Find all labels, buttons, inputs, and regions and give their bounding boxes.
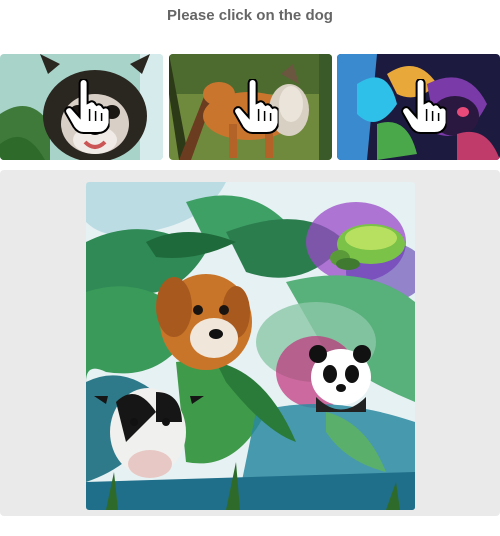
prompt-title: Please click on the dog	[167, 7, 333, 24]
challenge-image[interactable]	[86, 182, 415, 510]
pointer-hand-icon	[63, 79, 110, 134]
thumbnail-option-3[interactable]	[337, 54, 500, 160]
pointer-hand-icon	[232, 79, 279, 134]
challenge-panel	[0, 170, 500, 516]
pointer-hand-icon	[400, 79, 447, 134]
thumbnail-option-2[interactable]	[169, 54, 332, 160]
thumbnail-option-1[interactable]	[0, 54, 163, 160]
challenge-image-artwork	[86, 182, 415, 510]
footer-bar	[0, 524, 500, 536]
